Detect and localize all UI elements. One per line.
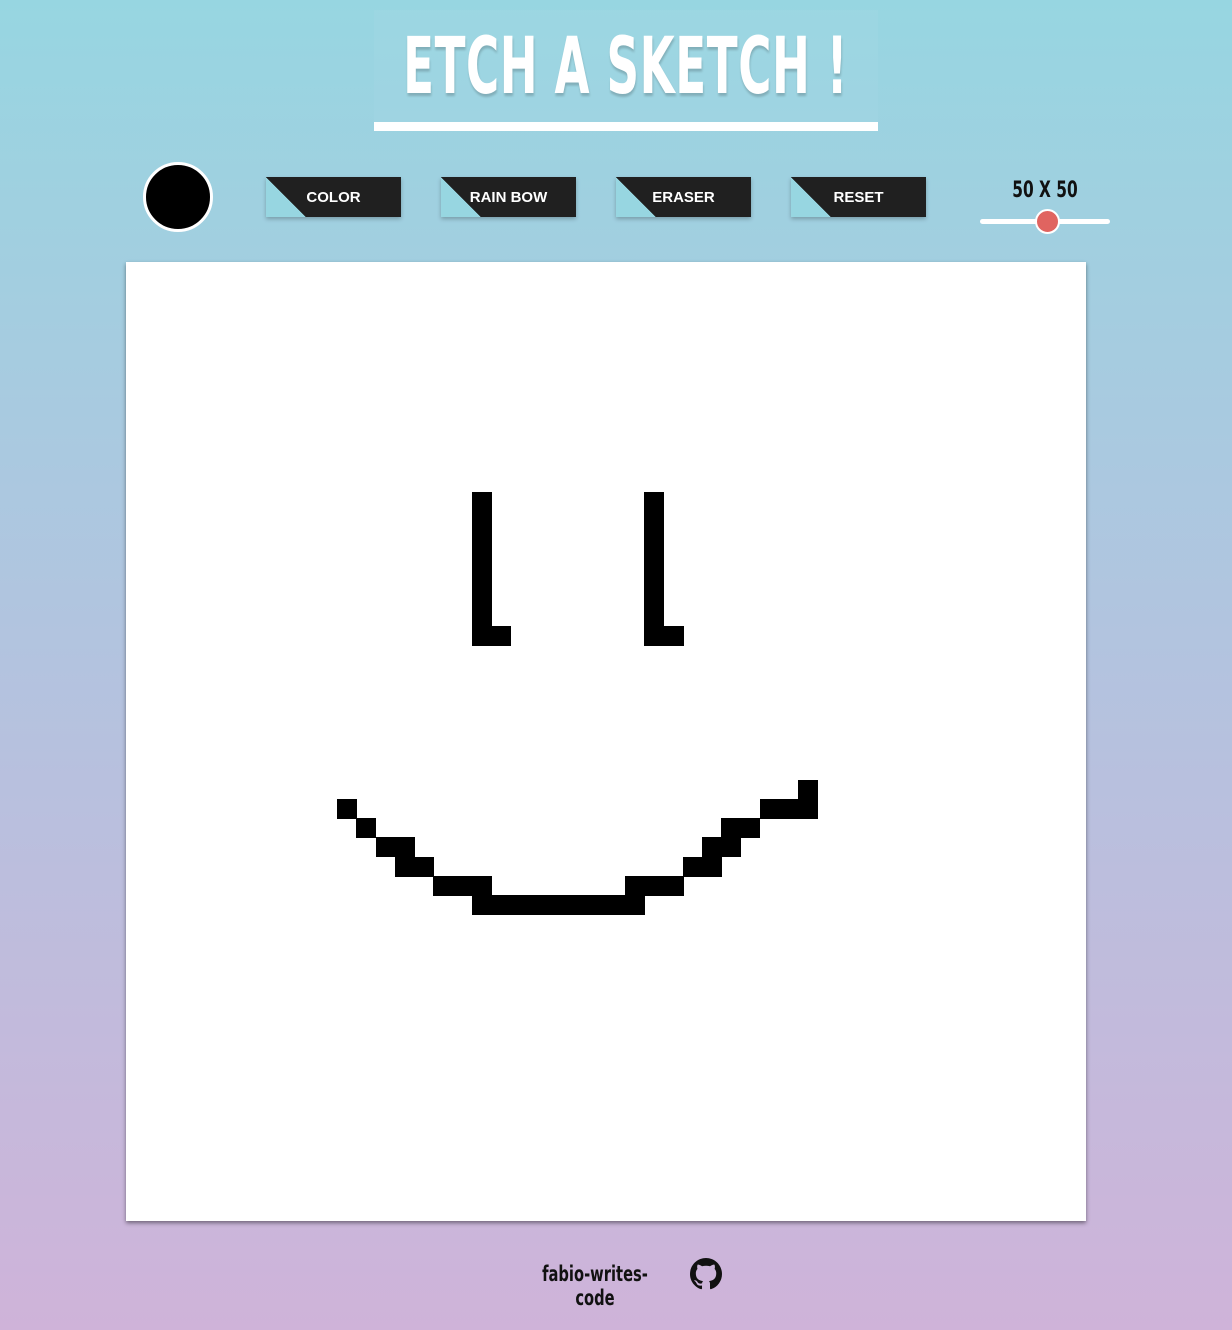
filled-pixel[interactable] [798,799,818,820]
author-name: fabio-writes-code [542,1262,648,1310]
filled-pixel[interactable] [529,894,550,915]
filled-pixel[interactable] [644,875,665,896]
filled-pixel[interactable] [644,492,665,513]
filled-pixel[interactable] [759,799,780,820]
filled-pixel[interactable] [644,626,665,647]
grid-size-label: 50 X 50 [1012,178,1078,203]
filled-pixel[interactable] [356,818,377,839]
filled-pixel[interactable] [471,626,492,647]
filled-pixel[interactable] [375,837,396,858]
filled-pixel[interactable] [471,875,492,896]
sketch-canvas[interactable] [126,262,1086,1221]
color-button-label: COLOR [306,188,361,206]
color-picker[interactable] [143,162,213,232]
filled-pixel[interactable] [471,607,492,628]
filled-pixel[interactable] [702,856,722,877]
filled-pixel[interactable] [490,626,511,647]
filled-pixel[interactable] [414,856,434,877]
filled-pixel[interactable] [433,875,454,896]
filled-pixel[interactable] [337,799,358,820]
filled-pixel[interactable] [471,492,492,513]
eraser-button-label: ERASER [652,188,715,206]
color-button[interactable]: COLOR [266,177,401,217]
filled-pixel[interactable] [394,856,415,877]
filled-pixel[interactable] [586,894,607,915]
filled-pixel[interactable] [471,530,492,551]
filled-pixel[interactable] [663,626,684,647]
rainbow-button[interactable]: RAIN BOW [441,177,576,217]
filled-pixel[interactable] [663,875,684,896]
filled-pixel[interactable] [721,818,742,839]
filled-pixel[interactable] [471,511,492,532]
filled-pixel[interactable] [682,856,703,877]
button-corner-decoration [266,177,306,217]
button-corner-decoration [616,177,656,217]
rainbow-button-label: RAIN BOW [469,188,548,206]
filled-pixel[interactable] [394,837,415,858]
filled-pixel[interactable] [644,549,665,570]
title-banner: ETCH A SKETCH ! [374,10,878,131]
filled-pixel[interactable] [644,607,665,628]
filled-pixel[interactable] [471,588,492,609]
filled-pixel[interactable] [625,875,646,896]
filled-pixel[interactable] [644,511,665,532]
github-icon[interactable] [690,1258,722,1290]
filled-pixel[interactable] [778,799,799,820]
filled-pixel[interactable] [490,894,511,915]
grid-size-slider-thumb[interactable] [1035,209,1060,234]
reset-button[interactable]: RESET [791,177,926,217]
filled-pixel[interactable] [798,779,818,800]
filled-pixel[interactable] [740,818,761,839]
page-title: ETCH A SKETCH ! [403,22,849,112]
filled-pixel[interactable] [452,875,473,896]
filled-pixel[interactable] [644,568,665,589]
filled-pixel[interactable] [606,894,626,915]
filled-pixel[interactable] [471,894,492,915]
filled-pixel[interactable] [702,837,722,858]
filled-pixel[interactable] [471,568,492,589]
filled-pixel[interactable] [510,894,530,915]
filled-pixel[interactable] [644,530,665,551]
filled-pixel[interactable] [644,588,665,609]
button-corner-decoration [791,177,831,217]
filled-pixel[interactable] [548,894,569,915]
reset-button-label: RESET [833,188,884,206]
filled-pixel[interactable] [471,549,492,570]
filled-pixel[interactable] [625,894,646,915]
filled-pixel[interactable] [721,837,742,858]
eraser-button[interactable]: ERASER [616,177,751,217]
filled-pixel[interactable] [567,894,588,915]
